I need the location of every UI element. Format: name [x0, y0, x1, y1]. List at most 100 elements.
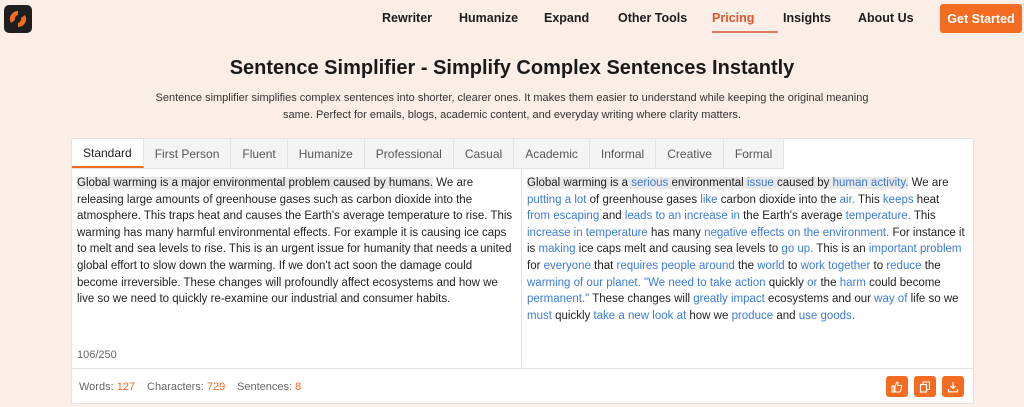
word-count-label: Words: — [79, 381, 114, 393]
tab-creative[interactable]: Creative — [656, 139, 724, 168]
output-segment: how we — [686, 309, 732, 322]
output-segment: quickly — [765, 276, 808, 289]
output-segment: for — [527, 259, 544, 272]
output-segment: could become — [865, 276, 941, 289]
rewritten-phrase[interactable]: to an increase in — [656, 210, 740, 222]
rewritten-phrase[interactable]: reduce — [886, 260, 921, 272]
nav-expand[interactable]: Expand — [544, 11, 589, 25]
tab-informal[interactable]: Informal — [590, 139, 657, 168]
sentence-count: Sentences: 8 — [237, 381, 301, 393]
output-segment: environmental — [668, 177, 747, 189]
output-segment: the — [921, 259, 941, 272]
tab-standard[interactable]: Standard — [72, 139, 144, 168]
rewritten-phrase[interactable]: permanent." — [527, 293, 589, 305]
rewritten-phrase[interactable]: work together — [801, 260, 871, 272]
tab-humanize[interactable]: Humanize — [288, 139, 365, 168]
rewritten-phrase[interactable]: or — [807, 277, 817, 289]
rewritten-phrase[interactable]: harm — [840, 277, 866, 289]
tab-first-person[interactable]: First Person — [144, 139, 232, 168]
rewritten-phrase[interactable]: warming of our planet. — [527, 277, 641, 289]
nav-about-us[interactable]: About Us — [858, 11, 914, 25]
nav-insights[interactable]: Insights — [783, 11, 831, 25]
rewritten-phrase[interactable]: from escaping — [527, 210, 599, 222]
rewritten-phrase[interactable]: greatly impact — [693, 293, 765, 305]
rewritten-phrase[interactable]: keeps — [883, 194, 914, 206]
input-pane[interactable]: Global warming is a major environmental … — [72, 169, 522, 367]
output-segment: and — [773, 309, 799, 322]
rewritten-phrase[interactable]: increase in temperature — [527, 227, 648, 239]
input-highlight: Global warming is a major environmental … — [77, 177, 434, 189]
rewritten-phrase[interactable]: go up. — [781, 243, 813, 255]
nav-other-tools[interactable]: Other Tools — [618, 11, 687, 25]
mode-tabs: Standard First Person Fluent Humanize Pr… — [72, 139, 785, 169]
output-segment: This is an — [813, 243, 869, 256]
simplifier-panel: Standard First Person Fluent Humanize Pr… — [71, 138, 974, 404]
rewritten-phrase[interactable]: use goods. — [799, 310, 855, 322]
rewritten-phrase[interactable]: serious — [631, 177, 669, 189]
active-nav-indicator — [712, 31, 778, 33]
logo[interactable] — [4, 5, 32, 33]
tab-academic[interactable]: Academic — [514, 139, 590, 168]
rewritten-phrase[interactable]: leads — [625, 210, 653, 222]
like-button[interactable] — [886, 376, 908, 397]
rewritten-phrase[interactable]: air. — [840, 194, 855, 206]
rewritten-phrase[interactable]: way of — [874, 293, 907, 305]
output-segment: life so we — [907, 293, 959, 306]
output-text: Global warming is a serious environmenta… — [527, 175, 965, 324]
rewritten-phrase[interactable]: human activity. — [832, 177, 909, 189]
word-count: Words: 127 — [79, 381, 135, 393]
output-segment: the Earth's average — [739, 210, 846, 223]
sentence-count-label: Sentences: — [237, 381, 293, 393]
nav-pricing[interactable]: Pricing — [712, 11, 754, 25]
top-nav: Rewriter Humanize Expand Other Tools Pri… — [0, 0, 1024, 37]
sentence-count-value: 8 — [295, 381, 302, 393]
tab-fluent[interactable]: Fluent — [231, 139, 288, 168]
output-segment: caused by — [773, 177, 833, 189]
rewritten-phrase[interactable]: everyone — [544, 260, 591, 272]
download-button[interactable] — [942, 376, 964, 397]
thumbs-up-icon — [891, 380, 903, 392]
copy-icon — [919, 380, 931, 393]
input-rest: We are releasing large amounts of greenh… — [77, 177, 513, 306]
input-text[interactable]: Global warming is a major environmental … — [77, 175, 513, 308]
character-count-label: Characters: — [147, 381, 204, 393]
output-segment: Global warming is a — [527, 177, 632, 189]
rewritten-phrase[interactable]: "We need to take action — [644, 277, 766, 289]
output-segment: the — [817, 276, 840, 289]
output-pane: Global warming is a serious environmenta… — [522, 169, 973, 367]
word-count-value: 127 — [116, 381, 136, 393]
nav-humanize[interactable]: Humanize — [459, 11, 518, 25]
output-segment: We are — [908, 177, 949, 189]
output-segment: to — [870, 259, 887, 272]
rewritten-phrase[interactable]: making — [539, 243, 576, 255]
rewritten-phrase[interactable]: putting a lot — [527, 194, 586, 206]
page-subtitle: Sentence simplifier simplifies complex s… — [155, 92, 869, 121]
get-started-button[interactable]: Get Started — [940, 4, 1022, 33]
download-icon — [947, 381, 959, 392]
rewritten-phrase[interactable]: temperature. — [846, 210, 911, 222]
rewritten-phrase[interactable]: issue — [746, 177, 774, 189]
output-segment: and — [599, 210, 625, 223]
tab-casual[interactable]: Casual — [454, 139, 515, 168]
nav-rewriter[interactable]: Rewriter — [382, 11, 432, 25]
rewritten-phrase[interactable]: produce — [732, 310, 774, 322]
output-segment: These changes will — [589, 293, 694, 306]
copy-button[interactable] — [914, 376, 936, 397]
character-counter: 106/250 — [77, 349, 117, 361]
rewritten-phrase[interactable]: world — [757, 260, 784, 272]
rewritten-phrase[interactable]: must — [527, 310, 552, 322]
tab-formal[interactable]: Formal — [724, 139, 785, 168]
output-segment: carbon dioxide into the — [717, 193, 840, 206]
rewritten-phrase[interactable]: requires people around — [617, 260, 735, 272]
rewritten-phrase[interactable]: negative effects on the environment. — [704, 227, 889, 239]
rewritten-phrase[interactable]: important problem — [869, 243, 962, 255]
rewritten-phrase[interactable]: take a new look at — [593, 310, 686, 322]
output-segment: that — [590, 259, 617, 272]
output-segment: heat — [913, 193, 940, 206]
tab-professional[interactable]: Professional — [365, 139, 454, 168]
panel-footer: Words: 127 Characters: 729 Sentences: 8 — [72, 368, 973, 404]
page-title: Sentence Simplifier - Simplify Complex S… — [229, 57, 795, 79]
output-segment: of greenhouse gases — [586, 193, 701, 206]
output-segment: to — [784, 259, 801, 272]
rewritten-phrase[interactable]: like — [700, 194, 717, 206]
